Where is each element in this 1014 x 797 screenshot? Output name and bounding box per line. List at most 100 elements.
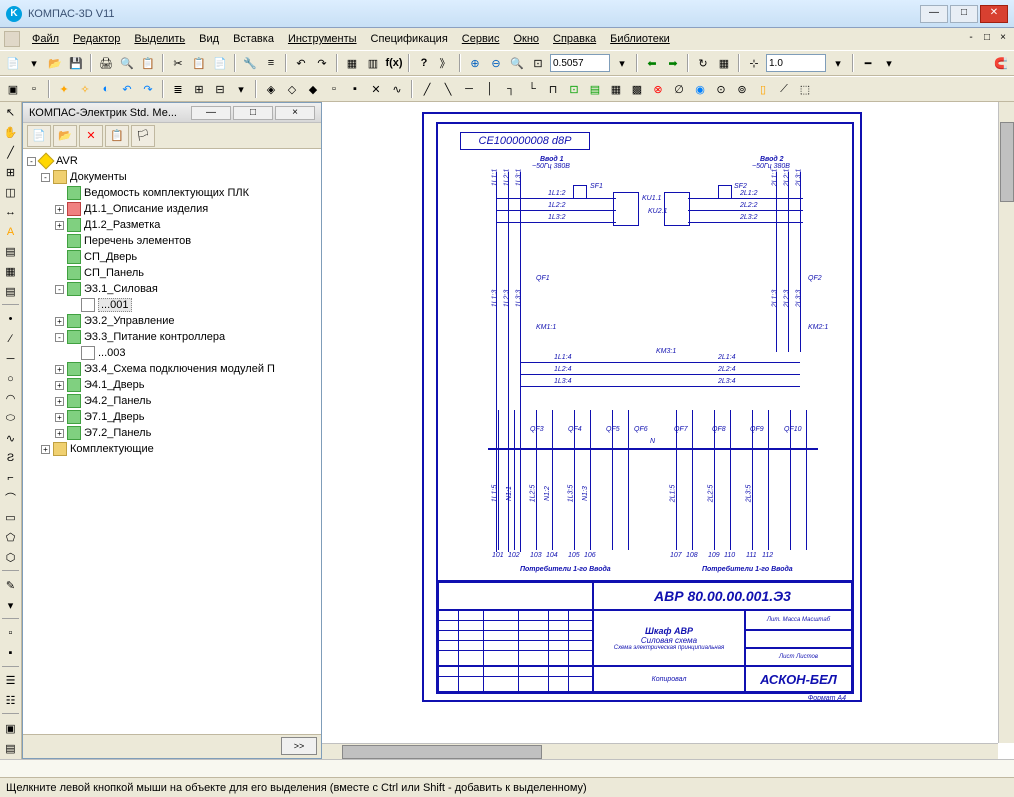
- lt-poly-icon[interactable]: ⬠: [2, 529, 20, 547]
- menu-select[interactable]: Выделить: [128, 31, 191, 47]
- props-icon[interactable]: 🔧: [241, 54, 259, 72]
- lt-more-icon[interactable]: ▾: [2, 596, 20, 614]
- t20-icon[interactable]: ─: [460, 80, 478, 98]
- menu-editor[interactable]: Редактор: [67, 31, 126, 47]
- tree-item[interactable]: +Э7.1_Дверь: [27, 409, 317, 425]
- close-button[interactable]: ✕: [980, 5, 1008, 23]
- lt-x2-icon[interactable]: ☷: [2, 692, 20, 710]
- lt-point-icon[interactable]: •: [2, 310, 20, 328]
- lt-grid-icon[interactable]: ⊞: [2, 164, 20, 182]
- t34-icon[interactable]: ▯: [754, 80, 772, 98]
- new-icon[interactable]: 📄: [4, 54, 22, 72]
- t27-icon[interactable]: ▦: [607, 80, 625, 98]
- dd2-icon[interactable]: ▾: [829, 54, 847, 72]
- menu-tools[interactable]: Инструменты: [282, 31, 363, 47]
- t6-icon[interactable]: ↶: [118, 80, 136, 98]
- t5-icon[interactable]: ◐: [97, 80, 115, 98]
- open-icon[interactable]: 📂: [46, 54, 64, 72]
- tree-item[interactable]: +Э3.2_Управление: [27, 313, 317, 329]
- t29-icon[interactable]: ⊗: [649, 80, 667, 98]
- mdi-restore[interactable]: □: [980, 32, 994, 46]
- panel-close-icon[interactable]: ×: [275, 106, 315, 120]
- t24-icon[interactable]: ⊓: [544, 80, 562, 98]
- lt-table-icon[interactable]: ▦: [2, 263, 20, 281]
- t33-icon[interactable]: ⊚: [733, 80, 751, 98]
- pt-flag-icon[interactable]: 🏳: [131, 125, 155, 147]
- help2-icon[interactable]: 🧲: [992, 54, 1010, 72]
- t30-icon[interactable]: ∅: [670, 80, 688, 98]
- preview2-icon[interactable]: 📋: [139, 54, 157, 72]
- system-menu-icon[interactable]: [4, 31, 20, 47]
- lt-seg-icon[interactable]: ─: [2, 350, 20, 368]
- refresh-icon[interactable]: ↻: [694, 54, 712, 72]
- minimize-button[interactable]: —: [920, 5, 948, 23]
- lt-edit-icon[interactable]: ✎: [2, 576, 20, 594]
- t10-icon[interactable]: ⊟: [211, 80, 229, 98]
- project-tree[interactable]: -AVR -Документы Ведомость комплектующих …: [23, 149, 321, 734]
- t12-icon[interactable]: ◇: [283, 80, 301, 98]
- t3-icon[interactable]: ✦: [55, 80, 73, 98]
- t14-icon[interactable]: ▫: [325, 80, 343, 98]
- lt-arc-icon[interactable]: ◠: [2, 390, 20, 408]
- t11-icon[interactable]: ◈: [262, 80, 280, 98]
- t31-icon[interactable]: ◉: [691, 80, 709, 98]
- t1-icon[interactable]: ▣: [4, 80, 22, 98]
- chevron-icon[interactable]: 》: [436, 54, 454, 72]
- dd3-icon[interactable]: ▾: [880, 54, 898, 72]
- tree-item[interactable]: -Э3.3_Питание контроллера: [27, 329, 317, 345]
- tree-item[interactable]: +Э7.2_Панель: [27, 425, 317, 441]
- help-icon[interactable]: ?: [415, 54, 433, 72]
- sheet-icon[interactable]: ▥: [364, 54, 382, 72]
- menu-help[interactable]: Справка: [547, 31, 602, 47]
- t21-icon[interactable]: │: [481, 80, 499, 98]
- t36-icon[interactable]: ⬚: [796, 80, 814, 98]
- print-icon[interactable]: 🖨: [97, 54, 115, 72]
- tree-item[interactable]: +Э3.4_Схема подключения модулей П: [27, 361, 317, 377]
- lt-text-icon[interactable]: A: [2, 223, 20, 241]
- zoom-in-icon[interactable]: ⊕: [466, 54, 484, 72]
- t4-icon[interactable]: ✧: [76, 80, 94, 98]
- t13-icon[interactable]: ◆: [304, 80, 322, 98]
- lt-bezier-icon[interactable]: Ƨ: [2, 449, 20, 467]
- menu-spec[interactable]: Спецификация: [365, 31, 454, 47]
- arrow-right-icon[interactable]: ➡: [664, 54, 682, 72]
- arrow-left-icon[interactable]: ⬅: [643, 54, 661, 72]
- tree-item[interactable]: СП_Панель: [27, 265, 317, 281]
- lt-frame-icon[interactable]: ◫: [2, 183, 20, 201]
- lt-contour-icon[interactable]: ⬡: [2, 549, 20, 567]
- scrollbar-horizontal[interactable]: [322, 743, 998, 759]
- t16-icon[interactable]: ✕: [367, 80, 385, 98]
- t8-icon[interactable]: ≣: [169, 80, 187, 98]
- menu-window[interactable]: Окно: [507, 31, 545, 47]
- t35-icon[interactable]: ⟋: [775, 80, 793, 98]
- t28-icon[interactable]: ▩: [628, 80, 646, 98]
- layers-icon[interactable]: ▦: [343, 54, 361, 72]
- tree-docs[interactable]: -Документы: [27, 169, 317, 185]
- lt-cursor-icon[interactable]: ↖: [2, 104, 20, 122]
- pt-open-icon[interactable]: 📂: [53, 125, 77, 147]
- lt-spec-icon[interactable]: ▤: [2, 283, 20, 301]
- copy-icon[interactable]: 📋: [190, 54, 208, 72]
- preview-icon[interactable]: 🔍: [118, 54, 136, 72]
- dropdown-icon[interactable]: ▾: [25, 54, 43, 72]
- tree-comp[interactable]: +Комплектующие: [27, 441, 317, 457]
- scrollbar-vertical[interactable]: [998, 102, 1014, 743]
- t18-icon[interactable]: ╱: [418, 80, 436, 98]
- pt-copy-icon[interactable]: 📋: [105, 125, 129, 147]
- tree-item[interactable]: Ведомость комплектующих ПЛК: [27, 185, 317, 201]
- t26-icon[interactable]: ▤: [586, 80, 604, 98]
- drawing-area[interactable]: CE100000008 d8P Ввод 1 ~50Гц 380В Ввод 2…: [322, 102, 1014, 759]
- zoom-out-icon[interactable]: ⊖: [487, 54, 505, 72]
- panel-min-icon[interactable]: —: [191, 106, 231, 120]
- t17-icon[interactable]: ∿: [388, 80, 406, 98]
- tree-item[interactable]: +Э4.2_Панель: [27, 393, 317, 409]
- lt-rect-icon[interactable]: ▭: [2, 509, 20, 527]
- save-icon[interactable]: 💾: [67, 54, 85, 72]
- zoom-fit-icon[interactable]: ⊡: [529, 54, 547, 72]
- tree-item[interactable]: +Д1.1_Описание изделия: [27, 201, 317, 217]
- redo-icon[interactable]: ↷: [313, 54, 331, 72]
- menu-view[interactable]: Вид: [193, 31, 225, 47]
- t9-icon[interactable]: ⊞: [190, 80, 208, 98]
- dd4-icon[interactable]: ▾: [232, 80, 250, 98]
- menu-insert[interactable]: Вставка: [227, 31, 280, 47]
